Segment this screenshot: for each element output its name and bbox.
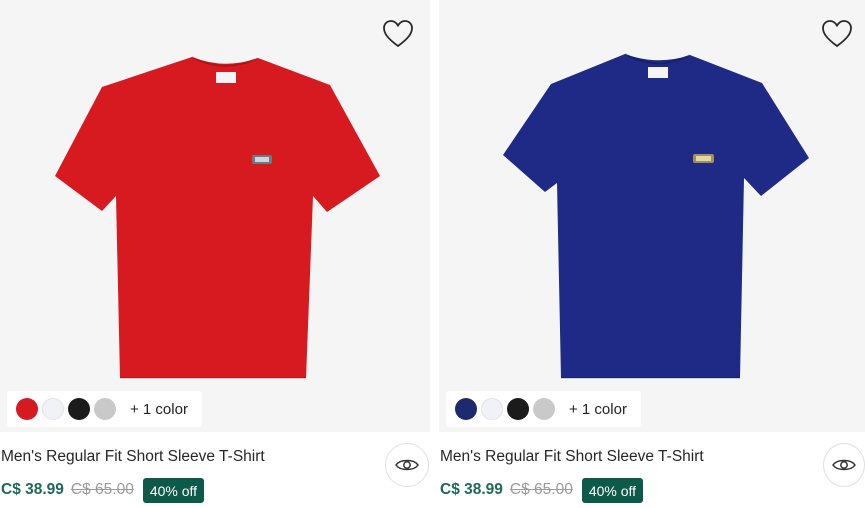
discount-badge: 40% off — [581, 477, 644, 503]
wishlist-button[interactable] — [382, 19, 414, 49]
sale-price: C$ 38.99 — [440, 481, 503, 498]
product-image[interactable]: + 1 color — [439, 0, 865, 432]
quick-view-button[interactable] — [823, 443, 865, 487]
color-swatches: + 1 color — [446, 391, 641, 427]
heart-icon — [822, 20, 852, 48]
product-image[interactable]: + 1 color — [0, 0, 430, 432]
price-row: C$ 38.99 C$ 65.00 40% off — [440, 476, 644, 504]
product-card: + 1 color Men's Regular Fit Short Sleeve… — [439, 0, 865, 508]
swatch-black[interactable] — [68, 398, 90, 420]
swatch-navy[interactable] — [455, 398, 477, 420]
heart-icon — [383, 20, 413, 48]
swatch-black[interactable] — [507, 398, 529, 420]
red-tshirt-image[interactable] — [0, 0, 430, 432]
quick-view-button[interactable] — [385, 443, 429, 487]
swatch-white[interactable] — [42, 398, 64, 420]
product-title[interactable]: Men's Regular Fit Short Sleeve T-Shirt — [440, 448, 704, 466]
more-colors-link[interactable]: + 1 color — [569, 401, 627, 418]
product-card: + 1 color Men's Regular Fit Short Sleeve… — [0, 0, 430, 508]
navy-tshirt-image[interactable] — [439, 0, 865, 432]
more-colors-link[interactable]: + 1 color — [130, 401, 188, 418]
swatch-red[interactable] — [16, 398, 38, 420]
sale-price: C$ 38.99 — [1, 481, 64, 498]
discount-badge: 40% off — [142, 477, 205, 503]
price-row: C$ 38.99 C$ 65.00 40% off — [1, 476, 205, 504]
eye-icon — [832, 459, 856, 471]
swatch-grey[interactable] — [94, 398, 116, 420]
swatch-white[interactable] — [481, 398, 503, 420]
original-price: C$ 65.00 — [70, 481, 134, 498]
original-price: C$ 65.00 — [509, 481, 573, 498]
swatch-grey[interactable] — [533, 398, 555, 420]
eye-icon — [395, 459, 419, 471]
color-swatches: + 1 color — [7, 391, 202, 427]
wishlist-button[interactable] — [821, 19, 853, 49]
product-title[interactable]: Men's Regular Fit Short Sleeve T-Shirt — [1, 448, 265, 466]
